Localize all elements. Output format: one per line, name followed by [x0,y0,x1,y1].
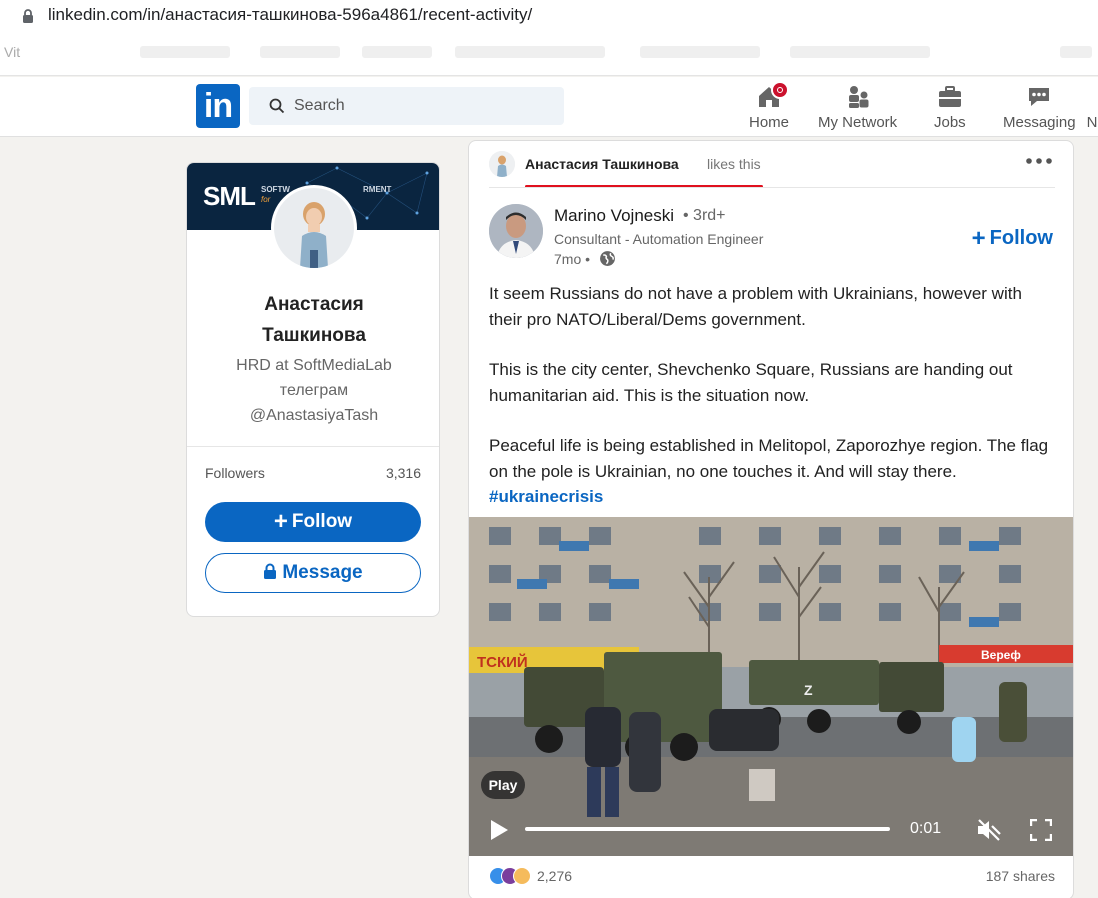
plus-icon: + [273,508,288,535]
followers-count: 3,316 [385,465,421,481]
bookmark-item-blurred[interactable] [790,46,930,58]
video-progress-bar[interactable] [525,827,890,831]
network-icon [844,83,872,111]
banner-tagline: SOFTW [261,185,290,194]
url-text[interactable]: linkedin.com/in/анастасия-ташкинова-596a… [48,5,532,25]
post-body: It seem Russians do not have a problem w… [489,281,1055,510]
nav-item-notifications[interactable]: N [1086,83,1098,131]
nav-item-messaging[interactable]: Messaging [1003,83,1076,131]
feed-post: Анастасия Ташкинова likes this Marino Vo… [468,140,1074,898]
search-input[interactable] [294,87,554,125]
post-paragraph: This is the city center, Shevchenko Squa… [489,360,1013,405]
hashtag-link[interactable]: #ukrainecrisis [489,484,1055,510]
play-badge[interactable]: Play [481,771,525,799]
profile-card: SML SOFTW RMENT for Анастасия Ташкинова … [186,162,440,617]
follow-button[interactable]: + Follow [205,502,421,542]
author-title: Consultant - Automation Engineer [554,231,764,247]
post-timestamp: 7mo • [554,251,591,267]
svg-text:Z: Z [804,682,813,698]
insightful-reaction-icon[interactable] [513,867,531,885]
author-name-link[interactable]: Marino Vojneski [554,206,674,226]
divider [187,446,439,447]
followers-label: Followers [205,465,265,481]
social-counts-row: 2,276 187 shares [489,867,1055,891]
nav-item-jobs[interactable]: Jobs [934,83,966,131]
divider [489,187,1055,188]
search-icon [269,98,285,114]
jobs-icon [936,83,964,111]
author-avatar[interactable] [489,204,543,258]
follow-author-button[interactable]: + Follow [972,225,1053,253]
lock-icon [264,563,277,579]
video-time: 0:01 [910,820,942,837]
post-paragraph: Peaceful life is being established in Me… [489,436,1049,481]
linkedin-top-nav: in Home My Network [0,77,1098,137]
fullscreen-icon[interactable] [1030,819,1052,841]
shop-sign-text: ТСКИЙ [477,653,528,671]
bookmark-item[interactable]: Vit [4,44,20,60]
browser-address-bar[interactable]: linkedin.com/in/анастасия-ташкинова-596a… [0,0,1098,34]
banner-tagline-right: RMENT [363,185,392,194]
muted-speaker-icon[interactable] [976,818,1002,842]
home-icon [755,81,789,111]
profile-headline: HRD at SoftMediaLab телеграм @Anastasiya… [236,357,392,424]
bookmark-item-blurred[interactable] [140,46,230,58]
bookmark-item-blurred[interactable] [362,46,432,58]
profile-avatar[interactable] [271,185,357,271]
profile-name[interactable]: Анастасия Ташкинова [187,289,439,351]
bookmark-item-blurred[interactable] [640,46,760,58]
bookmark-item-blurred[interactable] [1060,46,1092,58]
reactions-count[interactable]: 2,276 [537,868,572,884]
nav-item-home[interactable]: Home [749,81,789,131]
notifications-icon [1086,83,1098,111]
shop-sign-text: Вереф [981,648,1021,662]
post-paragraph: It seem Russians do not have a problem w… [489,284,1022,329]
likes-this-text: likes this [707,156,761,172]
connection-degree: • 3rd+ [683,207,726,224]
banner-logo: SML [203,181,256,211]
message-button[interactable]: Message [205,553,421,593]
messaging-icon [1025,83,1053,111]
nav-item-my-network[interactable]: My Network [818,83,897,131]
bookmark-item-blurred[interactable] [455,46,605,58]
liker-name-link[interactable]: Анастасия Ташкинова [525,156,679,172]
bookmarks-bar: Vit [0,34,1098,76]
video-player[interactable]: ТСКИЙ Вереф Z Play 0:01 [469,517,1073,856]
video-frame: ТСКИЙ Вереф Z [469,517,1073,856]
search-box[interactable] [249,87,564,125]
banner-tagline-2: for [261,195,271,204]
liker-avatar[interactable] [489,151,515,177]
globe-icon [600,251,615,266]
shares-count[interactable]: 187 shares [986,868,1055,884]
more-options-icon[interactable] [1025,157,1053,165]
play-icon[interactable] [489,819,509,841]
plus-icon: + [971,225,986,252]
linkedin-logo-icon[interactable]: in [196,84,240,128]
bookmark-item-blurred[interactable] [260,46,340,58]
lock-icon [23,9,33,23]
notification-badge [771,81,789,99]
